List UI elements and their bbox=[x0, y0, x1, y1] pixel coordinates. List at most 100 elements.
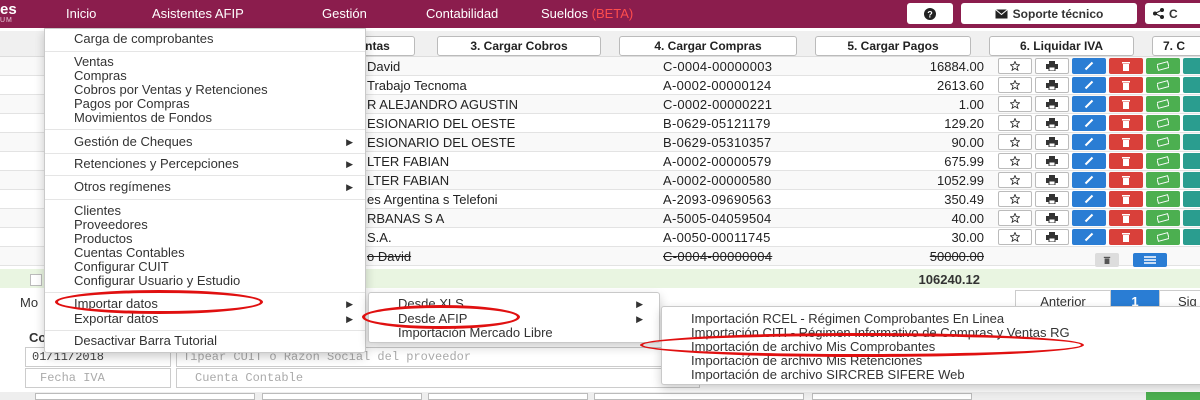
print-button[interactable] bbox=[1035, 172, 1069, 188]
delete-button[interactable] bbox=[1109, 191, 1143, 207]
edit-button[interactable] bbox=[1072, 115, 1106, 131]
list-button[interactable] bbox=[1133, 253, 1167, 267]
print-button[interactable] bbox=[1035, 115, 1069, 131]
save-button[interactable] bbox=[1146, 392, 1200, 400]
more-button[interactable] bbox=[1183, 229, 1200, 245]
edit-button[interactable] bbox=[1072, 58, 1106, 74]
edit-button[interactable] bbox=[1072, 134, 1106, 150]
print-button[interactable] bbox=[1035, 153, 1069, 169]
edit-button[interactable] bbox=[1072, 153, 1106, 169]
fecha-iva-input[interactable]: Fecha IVA bbox=[25, 368, 171, 388]
more-button[interactable] bbox=[1183, 153, 1200, 169]
more-button[interactable] bbox=[1183, 58, 1200, 74]
menu-item-mercado-libre[interactable]: Importación Mercado Libre bbox=[369, 326, 659, 340]
more-button[interactable] bbox=[1183, 115, 1200, 131]
edit-button[interactable] bbox=[1072, 96, 1106, 112]
menu-item-compras[interactable]: Compras bbox=[45, 69, 365, 83]
nav-gestion[interactable]: Gestión bbox=[322, 6, 367, 21]
brand-logo[interactable]: es UM bbox=[0, 0, 44, 28]
step-cargar-pagos[interactable]: 5. Cargar Pagos bbox=[815, 36, 971, 56]
menu-item-carga-comprobantes[interactable]: Carga de comprobantes bbox=[45, 32, 365, 46]
paid-button[interactable] bbox=[1146, 115, 1180, 131]
menu-item-proveedores[interactable]: Proveedores bbox=[45, 218, 365, 232]
star-button[interactable] bbox=[998, 210, 1032, 226]
print-button[interactable] bbox=[1035, 96, 1069, 112]
menu-item-productos[interactable]: Productos bbox=[45, 232, 365, 246]
delete-button[interactable] bbox=[1109, 172, 1143, 188]
star-button[interactable] bbox=[998, 172, 1032, 188]
edit-button[interactable] bbox=[1072, 172, 1106, 188]
print-button[interactable] bbox=[1035, 191, 1069, 207]
menu-item-cheques[interactable]: Gestión de Cheques ▶ bbox=[45, 135, 365, 149]
paid-button[interactable] bbox=[1146, 96, 1180, 112]
paid-button[interactable] bbox=[1146, 229, 1180, 245]
edit-button[interactable] bbox=[1072, 77, 1106, 93]
nav-asistentes-afip[interactable]: Asistentes AFIP bbox=[152, 6, 244, 21]
edit-button[interactable] bbox=[1072, 229, 1106, 245]
step-cargar-cobros[interactable]: 3. Cargar Cobros bbox=[437, 36, 601, 56]
menu-item-clientes[interactable]: Clientes bbox=[45, 204, 365, 218]
menu-item-ventas[interactable]: Ventas bbox=[45, 55, 365, 69]
star-button[interactable] bbox=[998, 96, 1032, 112]
menu-item-desactivar-tutorial[interactable]: Desactivar Barra Tutorial bbox=[45, 334, 365, 348]
delete-button[interactable] bbox=[1109, 58, 1143, 74]
star-button[interactable] bbox=[998, 134, 1032, 150]
menu-item-citi[interactable]: Importación CITI - Régimen Informativo d… bbox=[662, 326, 1200, 340]
paid-button[interactable] bbox=[1146, 191, 1180, 207]
support-button[interactable]: Soporte técnico bbox=[961, 3, 1137, 24]
more-button[interactable] bbox=[1183, 191, 1200, 207]
select-all-checkbox[interactable] bbox=[30, 274, 42, 286]
star-button[interactable] bbox=[998, 191, 1032, 207]
menu-item-configurar-usuario[interactable]: Configurar Usuario y Estudio bbox=[45, 274, 365, 288]
delete-button[interactable] bbox=[1109, 210, 1143, 226]
menu-item-cobros[interactable]: Cobros por Ventas y Retenciones bbox=[45, 83, 365, 97]
paid-button[interactable] bbox=[1146, 153, 1180, 169]
edit-button[interactable] bbox=[1072, 191, 1106, 207]
cuenta-contable-input[interactable]: Cuenta Contable bbox=[176, 368, 700, 388]
menu-item-cuentas-contables[interactable]: Cuentas Contables bbox=[45, 246, 365, 260]
restore-trash-button[interactable] bbox=[1095, 253, 1119, 267]
paid-button[interactable] bbox=[1146, 58, 1180, 74]
menu-item-rcel[interactable]: Importación RCEL - Régimen Comprobantes … bbox=[662, 312, 1200, 326]
more-button[interactable] bbox=[1183, 96, 1200, 112]
nav-sueldos[interactable]: Sueldos (BETA) bbox=[541, 6, 633, 21]
menu-item-configurar-cuit[interactable]: Configurar CUIT bbox=[45, 260, 365, 274]
menu-item-movimientos[interactable]: Movimientos de Fondos bbox=[45, 111, 365, 125]
menu-item-importar-datos[interactable]: Importar datos ▶ bbox=[45, 297, 365, 311]
paid-button[interactable] bbox=[1146, 210, 1180, 226]
print-button[interactable] bbox=[1035, 229, 1069, 245]
delete-button[interactable] bbox=[1109, 153, 1143, 169]
print-button[interactable] bbox=[1035, 210, 1069, 226]
print-button[interactable] bbox=[1035, 77, 1069, 93]
menu-item-desde-afip[interactable]: Desde AFIP ▶ bbox=[369, 312, 659, 326]
menu-item-mis-comprobantes[interactable]: Importación de archivo Mis Comprobantes bbox=[662, 340, 1200, 354]
menu-item-otros-regimenes[interactable]: Otros regímenes ▶ bbox=[45, 180, 365, 194]
nav-contabilidad[interactable]: Contabilidad bbox=[426, 6, 498, 21]
star-button[interactable] bbox=[998, 229, 1032, 245]
paid-button[interactable] bbox=[1146, 172, 1180, 188]
share-button[interactable]: C bbox=[1145, 3, 1200, 24]
print-button[interactable] bbox=[1035, 134, 1069, 150]
help-button[interactable]: ? bbox=[907, 3, 953, 24]
print-button[interactable] bbox=[1035, 58, 1069, 74]
menu-item-retenciones[interactable]: Retenciones y Percepciones ▶ bbox=[45, 157, 365, 171]
star-button[interactable] bbox=[998, 153, 1032, 169]
delete-button[interactable] bbox=[1109, 115, 1143, 131]
nav-inicio[interactable]: Inicio bbox=[66, 6, 96, 21]
menu-item-pagos[interactable]: Pagos por Compras bbox=[45, 97, 365, 111]
star-button[interactable] bbox=[998, 58, 1032, 74]
delete-button[interactable] bbox=[1109, 96, 1143, 112]
paid-button[interactable] bbox=[1146, 77, 1180, 93]
more-button[interactable] bbox=[1183, 210, 1200, 226]
more-button[interactable] bbox=[1183, 172, 1200, 188]
step-cargar-compras[interactable]: 4. Cargar Compras bbox=[619, 36, 797, 56]
step-liquidar-iva[interactable]: 6. Liquidar IVA bbox=[989, 36, 1134, 56]
step-7[interactable]: 7. C bbox=[1152, 36, 1200, 56]
more-button[interactable] bbox=[1183, 134, 1200, 150]
star-button[interactable] bbox=[998, 115, 1032, 131]
delete-button[interactable] bbox=[1109, 77, 1143, 93]
menu-item-mis-retenciones[interactable]: Importación de archivo Mis Retenciones bbox=[662, 354, 1200, 368]
edit-button[interactable] bbox=[1072, 210, 1106, 226]
star-button[interactable] bbox=[998, 77, 1032, 93]
menu-item-exportar-datos[interactable]: Exportar datos ▶ bbox=[45, 312, 365, 326]
